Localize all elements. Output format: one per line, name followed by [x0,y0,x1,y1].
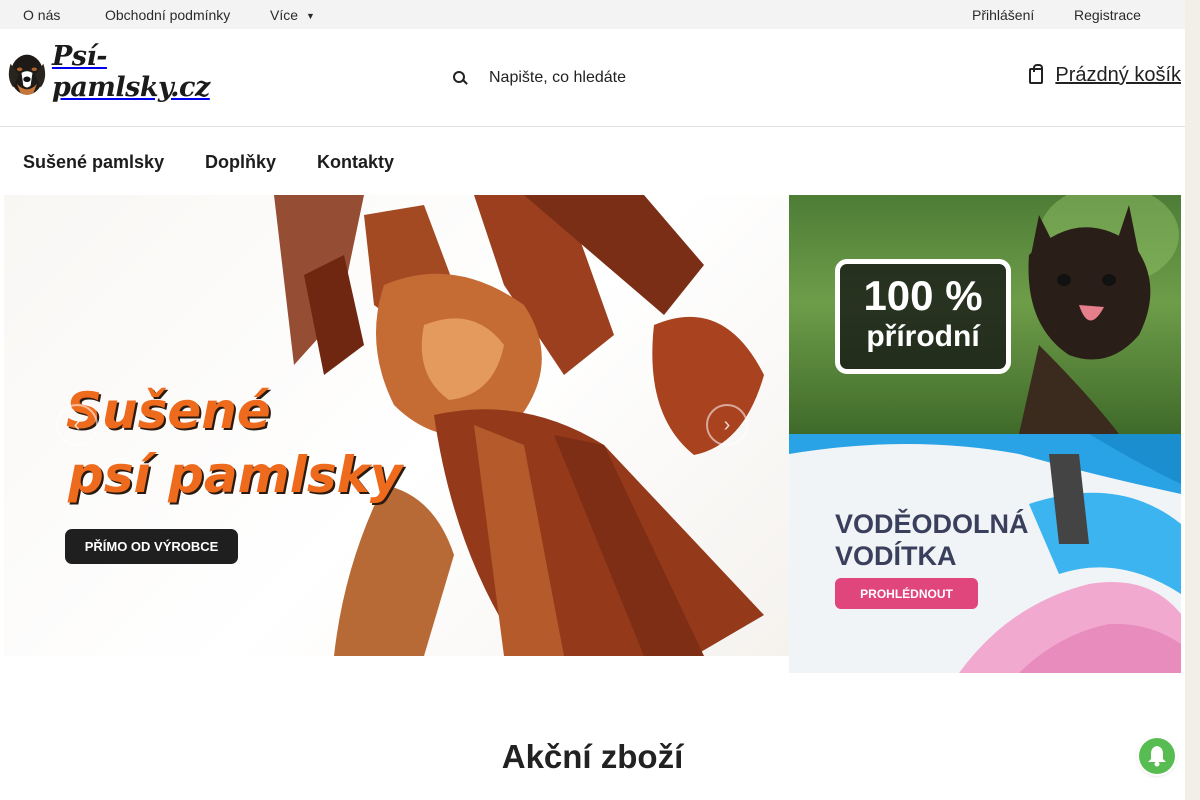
shopping-bag-icon [1029,63,1044,84]
cart-button[interactable]: Prázdný košík [1029,63,1181,87]
topbar-link-more[interactable]: Více ▼ [270,7,315,23]
page-scroll-gutter [1185,0,1200,800]
main-navigation: Sušené pamlsky Doplňky Kontakty [0,127,1185,195]
site-header: Psí-pamlsky.cz Napište, co hledáte Prázd… [0,29,1185,127]
hero-slide-title: Sušené psí pamlsky [66,379,402,507]
topbar-link-about[interactable]: O nás [23,7,60,23]
search-icon[interactable] [453,71,467,85]
banner-natural[interactable]: 100 % přírodní [789,195,1181,434]
nav-item-accessories[interactable]: Doplňky [205,152,276,173]
hero-slider[interactable]: Sušené psí pamlsky PŘÍMO OD VÝROBCE ‹ › [4,195,789,656]
section-title-sale: Akční zboží [501,738,684,775]
notification-bell-button[interactable] [1139,738,1175,774]
bell-icon [1148,746,1166,767]
natural-word: přírodní [866,320,980,353]
top-bar: O nás Obchodní podmínky Více ▼ Přihlášení… [0,0,1185,29]
logo-text: Psí-pamlsky.cz [51,41,210,103]
topbar-link-terms[interactable]: Obchodní podmínky [105,7,230,23]
page: O nás Obchodní podmínky Více ▼ Přihlášení… [0,0,1200,800]
leash-title-line1: VODĚODOLNÁ [835,509,1029,539]
natural-badge: 100 % přírodní [835,259,1011,374]
leash-title-line2: VODÍTKA [835,541,957,571]
topbar-more-label: Více [270,7,299,23]
banner-leashes[interactable]: VODĚODOLNÁ VODÍTKA PROHLÉDNOUT [789,434,1181,673]
hero-title-line2: psí pamlsky [68,446,403,504]
nav-item-contacts[interactable]: Kontakty [317,152,394,173]
slider-prev-arrow-icon[interactable]: ‹ [56,404,98,446]
natural-percent: 100 % [863,272,983,319]
logo[interactable]: Psí-pamlsky.cz [6,41,246,103]
hero-direct-button[interactable]: PŘÍMO OD VÝROBCE [65,529,238,564]
search-box[interactable]: Napište, co hledáte [453,65,626,91]
cart-label: Prázdný košík [1055,64,1181,86]
dog-logo-icon [8,54,46,95]
search-placeholder[interactable]: Napište, co hledáte [489,69,626,87]
leash-banner-title: VODĚODOLNÁ VODÍTKA [835,508,1029,572]
nav-item-dried-treats[interactable]: Sušené pamlsky [23,152,164,173]
slider-next-arrow-icon[interactable]: › [706,404,748,446]
login-link[interactable]: Přihlášení [972,7,1034,23]
browse-button[interactable]: PROHLÉDNOUT [835,578,978,609]
register-link[interactable]: Registrace [1074,7,1141,23]
chevron-down-icon: ▼ [306,11,315,21]
